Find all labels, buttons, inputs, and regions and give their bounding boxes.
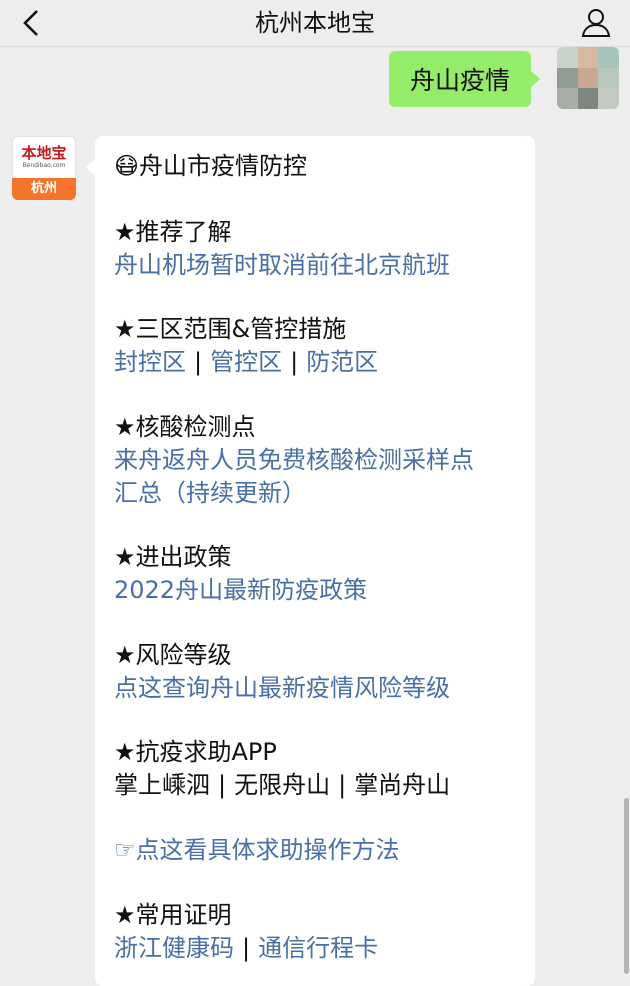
link-policy[interactable]: 2022舟山最新防疫政策 — [114, 574, 367, 606]
pointing-hand-icon: ☞ — [114, 836, 136, 864]
zone-links-row: 封控区 | 管控区 | 防范区 — [114, 346, 378, 378]
link-control-zone[interactable]: 管控区 — [210, 348, 282, 376]
link-help-method[interactable]: 点这看具体求助操作方法 — [136, 836, 400, 864]
apps-row: 掌上嵊泗 | 无限舟山 | 掌尚舟山 — [114, 769, 450, 801]
section-heading: ★抗疫求助APP — [114, 738, 277, 766]
mask-face-icon: 😷 — [114, 152, 140, 180]
bot-avatar-city: 杭州 — [12, 178, 76, 200]
card-title-row: 😷舟山市疫情防控 — [114, 150, 307, 182]
link-testing-points[interactable]: 来舟返舟人员免费核酸检测采样点 — [114, 444, 474, 476]
separator: | — [242, 934, 251, 962]
separator: | — [290, 348, 299, 376]
app-wuxian-zhoushan: 无限舟山 — [234, 771, 331, 799]
section-heading: ★风险等级 — [114, 641, 232, 669]
chat-title: 杭州本地宝 — [255, 9, 375, 37]
top-bar: 杭州本地宝 — [0, 0, 630, 47]
user-avatar[interactable] — [557, 47, 619, 109]
app-zhangshang-zhoushan: 掌尚舟山 — [354, 771, 451, 799]
link-travel-card[interactable]: 通信行程卡 — [258, 934, 378, 962]
bot-message-card: 😷舟山市疫情防控 ★推荐了解 舟山机场暂时取消前往北京航班 ★三区范围&管控措施… — [86, 136, 535, 986]
separator: | — [194, 348, 203, 376]
user-message-bubble[interactable]: 舟山疫情 — [389, 51, 540, 107]
profile-icon[interactable] — [578, 4, 614, 40]
section-heading: ★常用证明 — [114, 901, 232, 929]
link-lockdown-zone[interactable]: 封控区 — [114, 348, 186, 376]
scrollbar[interactable] — [624, 798, 629, 974]
section-heading: ★三区范围&管控措施 — [114, 315, 347, 343]
bot-avatar[interactable]: 本地宝 Bendibao.com 杭州 — [12, 136, 76, 200]
bot-avatar-site: Bendibao.com — [22, 161, 66, 169]
card-title: 舟山市疫情防控 — [139, 152, 308, 180]
certificate-links-row: 浙江健康码 | 通信行程卡 — [114, 932, 378, 964]
bot-avatar-logo: 本地宝 — [21, 143, 67, 162]
separator: | — [338, 771, 347, 799]
link-health-code[interactable]: 浙江健康码 — [114, 934, 234, 962]
section-heading: ★推荐了解 — [114, 218, 232, 246]
help-link-row: ☞点这看具体求助操作方法 — [114, 834, 400, 866]
link-testing-points-cont[interactable]: 汇总（持续更新） — [114, 477, 306, 509]
section-heading: ★核酸检测点 — [114, 413, 256, 441]
link-airport-news[interactable]: 舟山机场暂时取消前往北京航班 — [114, 249, 450, 281]
link-risk-level[interactable]: 点这查询舟山最新疫情风险等级 — [114, 672, 450, 704]
section-heading: ★进出政策 — [114, 543, 232, 571]
app-shengsi: 掌上嵊泗 — [114, 771, 210, 799]
link-prevention-zone[interactable]: 防范区 — [306, 348, 378, 376]
separator: | — [218, 771, 227, 799]
user-message-text: 舟山疫情 — [409, 66, 510, 95]
